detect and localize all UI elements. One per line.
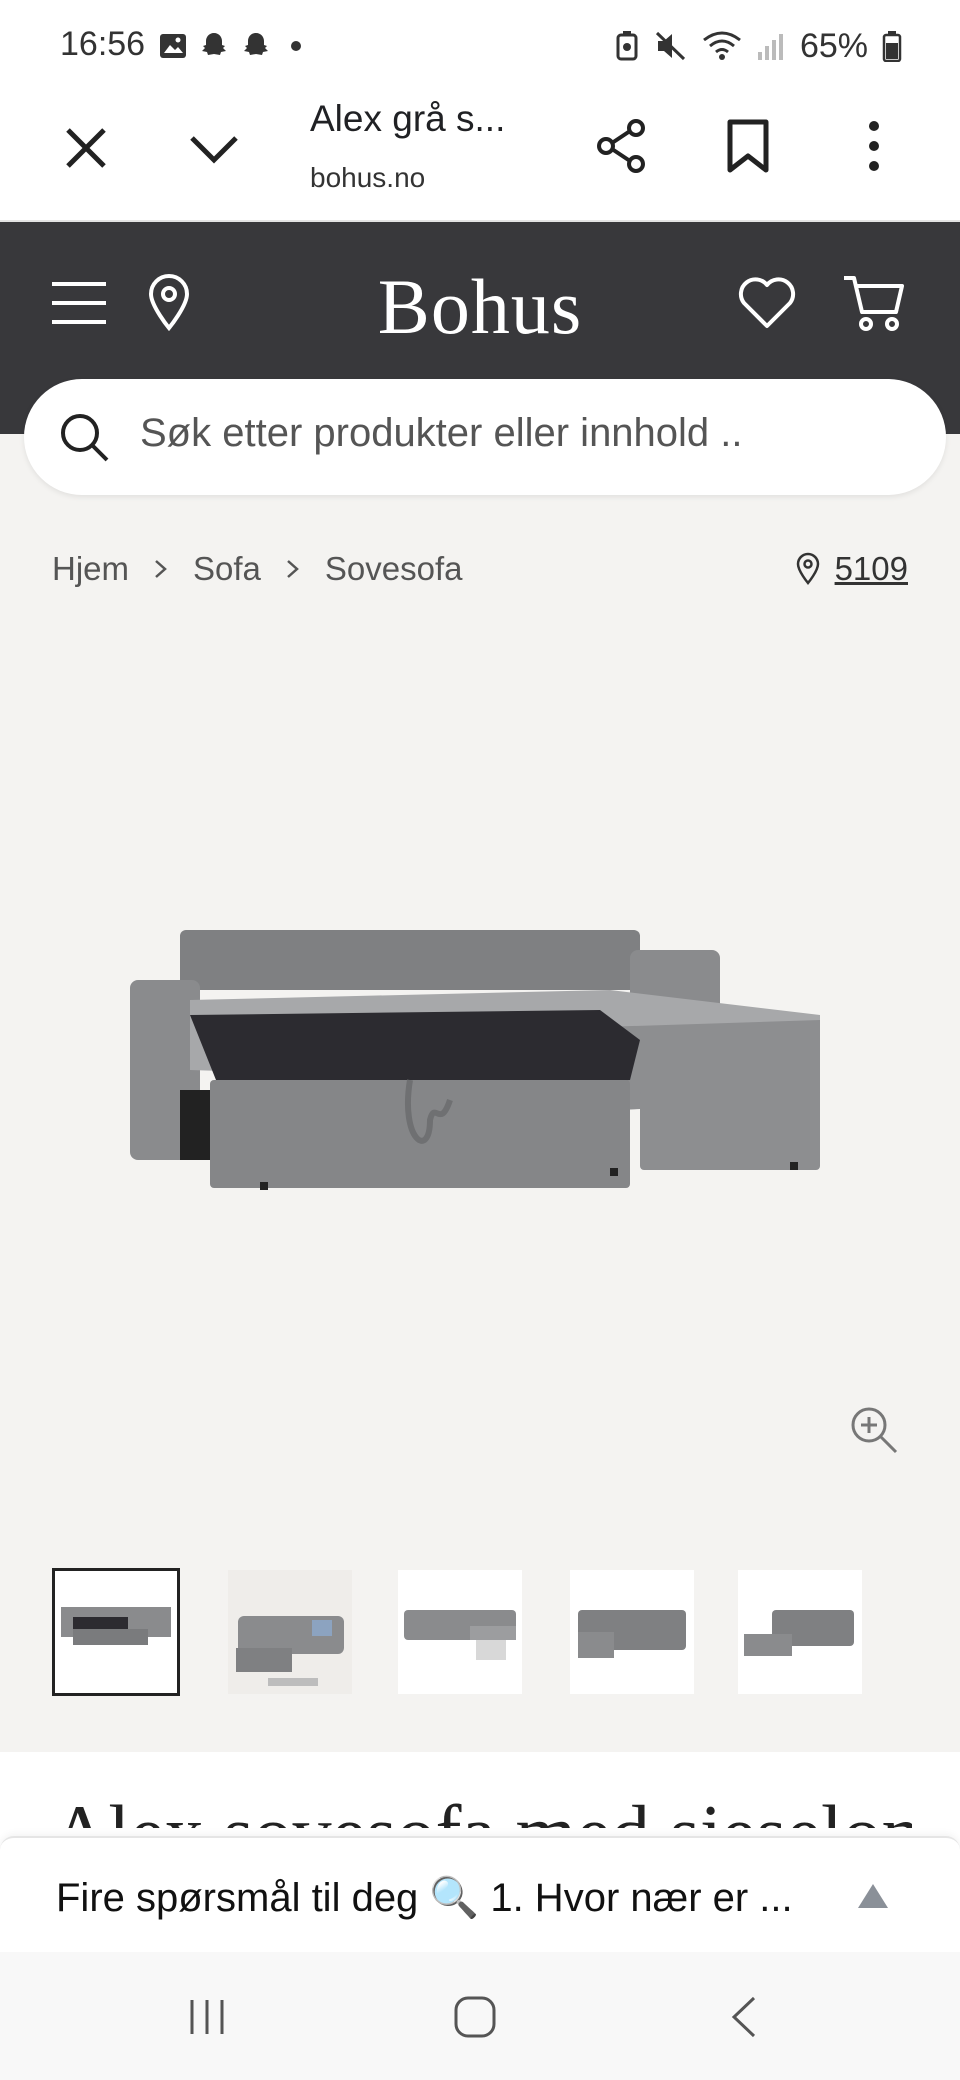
browser-toolbar: Alex grå s... bohus.no xyxy=(0,90,960,222)
wifi-icon xyxy=(703,31,741,60)
browser-page-title: Alex grå s... xyxy=(310,98,506,139)
status-bar: 16:56 65% xyxy=(0,0,960,90)
location-pin-icon xyxy=(796,552,819,585)
gallery-icon xyxy=(160,34,186,58)
thumbnail-5[interactable] xyxy=(738,1570,862,1694)
system-nav-bar xyxy=(0,1952,960,2080)
bookmark-icon[interactable] xyxy=(720,116,776,176)
site-logo[interactable]: Bohus xyxy=(0,262,960,352)
breadcrumb-sofa[interactable]: Sofa xyxy=(193,550,261,588)
more-menu-icon[interactable] xyxy=(862,116,886,176)
system-icons: 65% xyxy=(614,26,902,66)
thumbnail-2[interactable] xyxy=(228,1570,352,1694)
battery-saver-icon xyxy=(616,31,638,61)
close-icon[interactable] xyxy=(58,120,114,176)
chevron-down-icon[interactable] xyxy=(184,120,244,176)
thumbnail-4[interactable] xyxy=(570,1570,694,1694)
search-input[interactable]: Søk etter produkter eller innhold .. xyxy=(24,379,946,495)
chat-prompt-text: Fire spørsmål til deg 🔍 1. Hvor nær er .… xyxy=(56,1876,793,1920)
zoom-icon[interactable] xyxy=(848,1404,900,1456)
mute-icon xyxy=(655,31,685,61)
store-selector[interactable]: 5109 xyxy=(795,550,908,588)
product-title-peek: Alex sovesofa med sjeselong xyxy=(52,1788,912,1828)
chevron-right-icon xyxy=(287,560,299,578)
snapchat-icon xyxy=(244,33,268,55)
status-time: 16:56 xyxy=(60,25,146,63)
back-icon[interactable] xyxy=(730,1994,758,2040)
caret-up-icon[interactable] xyxy=(856,1882,890,1910)
thumbnail-3[interactable] xyxy=(398,1570,522,1694)
snapchat-icon xyxy=(202,33,226,55)
search-icon xyxy=(61,414,109,462)
breadcrumb: Hjem Sofa Sovesofa xyxy=(52,550,463,588)
battery-icon xyxy=(882,31,902,62)
product-image[interactable] xyxy=(130,920,830,1240)
recent-apps-icon[interactable] xyxy=(186,1996,228,2038)
battery-percentage: 65% xyxy=(799,26,868,65)
notification-icons xyxy=(158,28,306,64)
dot-icon xyxy=(291,41,301,51)
store-id[interactable]: 5109 xyxy=(835,550,908,588)
page: 16:56 65% Alex grå s... bohus.no Bohus S… xyxy=(0,0,960,2080)
breadcrumb-sovesofa[interactable]: Sovesofa xyxy=(325,550,463,588)
thumbnail-strip xyxy=(52,1568,912,1698)
signal-icon xyxy=(757,34,783,60)
cart-icon[interactable] xyxy=(842,272,906,334)
chat-prompt-bar[interactable]: Fire spørsmål til deg 🔍 1. Hvor nær er .… xyxy=(0,1836,960,1952)
browser-url[interactable]: bohus.no xyxy=(310,162,425,194)
thumbnail-1[interactable] xyxy=(52,1568,180,1696)
search-placeholder: Søk etter produkter eller innhold .. xyxy=(140,411,743,455)
chevron-right-icon xyxy=(155,560,167,578)
breadcrumb-home[interactable]: Hjem xyxy=(52,550,129,588)
home-icon[interactable] xyxy=(452,1994,498,2040)
share-icon[interactable] xyxy=(592,116,652,176)
heart-icon[interactable] xyxy=(738,276,796,330)
